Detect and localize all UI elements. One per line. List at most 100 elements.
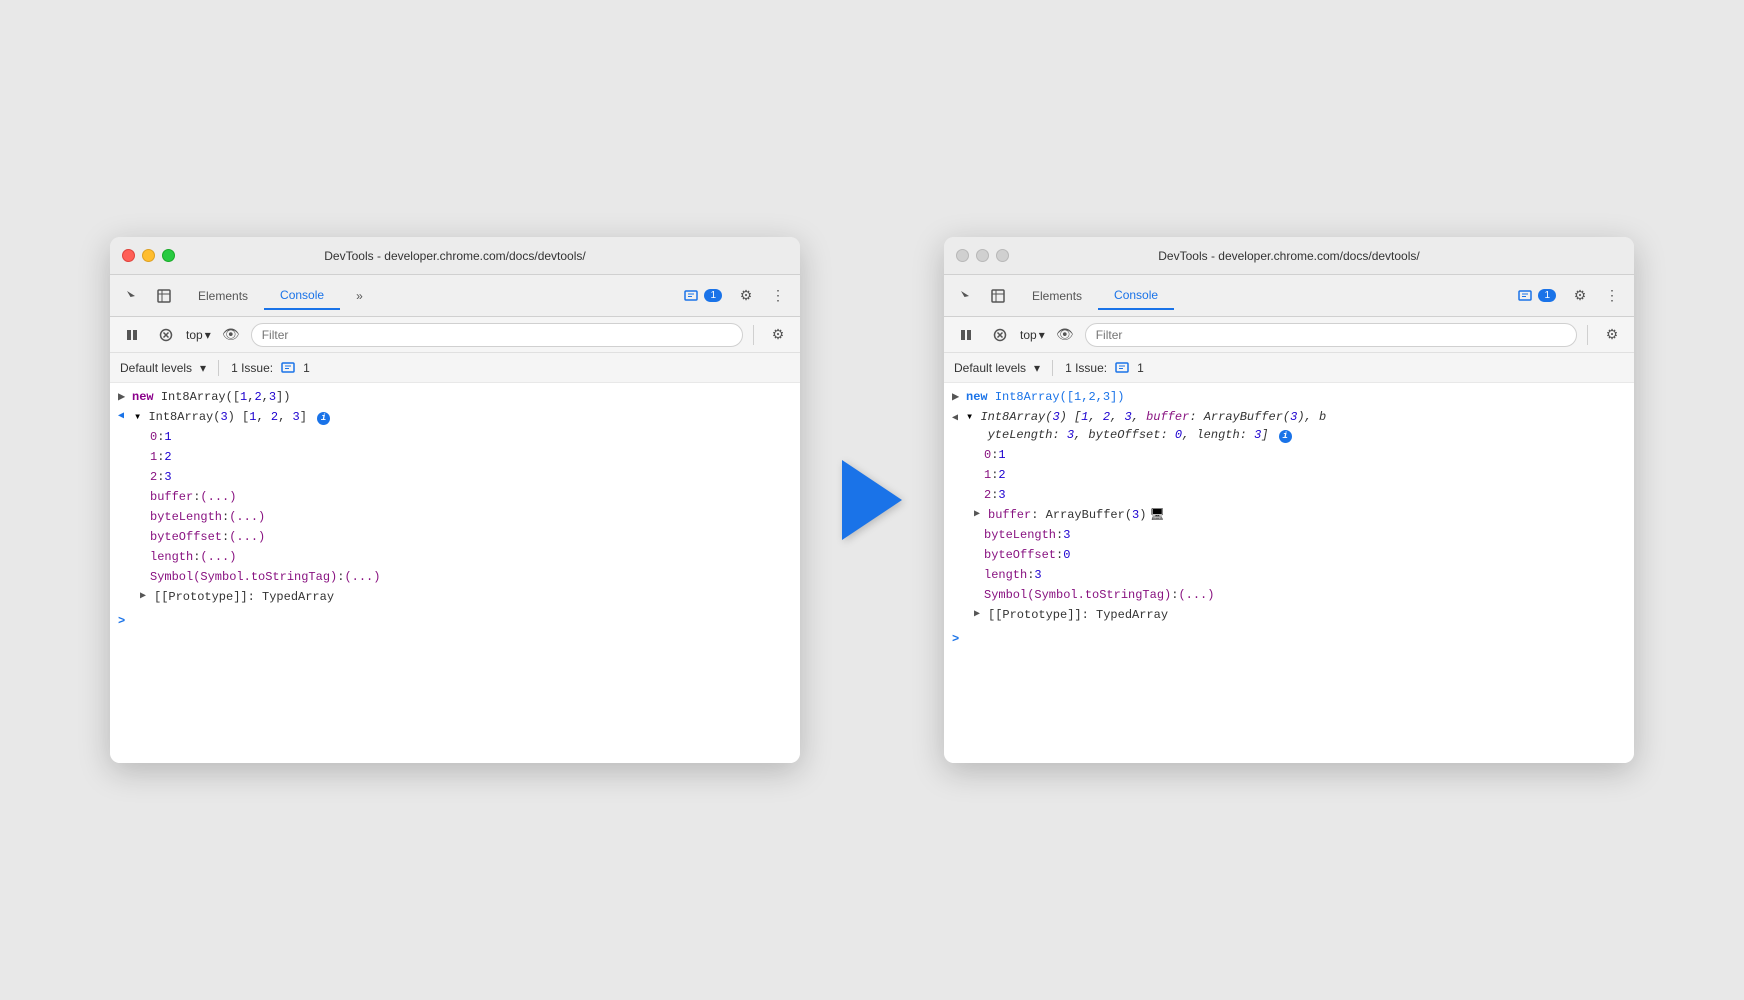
cursor-icon-right[interactable] — [952, 282, 980, 310]
message-icon-right[interactable]: 1 — [1512, 282, 1562, 310]
collapse-icon[interactable]: ◀ — [118, 408, 132, 426]
chevron-down-icon-right: ▾ — [1039, 328, 1045, 342]
minimize-button[interactable] — [142, 249, 155, 262]
more-icon-right[interactable]: ⋮ — [1598, 282, 1626, 310]
direction-arrow — [832, 460, 912, 540]
console-line: 0: 1 — [944, 445, 1634, 465]
console-prompt-right[interactable]: > — [944, 629, 1634, 649]
divider-right — [1587, 325, 1588, 345]
console-line: byteOffset: (...) — [110, 527, 800, 547]
close-button[interactable] — [122, 249, 135, 262]
prompt-right[interactable]: > — [952, 630, 959, 648]
console-line: 1: 2 — [944, 465, 1634, 485]
top-select-left[interactable]: top ▾ — [186, 328, 211, 342]
console-line: 2: 3 — [110, 467, 800, 487]
right-window-title: DevTools - developer.chrome.com/docs/dev… — [1158, 249, 1419, 263]
console-line: ◀ ▾ Int8Array(3) [1, 2, 3, buffer: Array… — [944, 407, 1634, 445]
console-line: Symbol(Symbol.toStringTag): (...) — [110, 567, 800, 587]
right-tab-bar: Elements Console — [1016, 282, 1508, 310]
filter-input-right[interactable] — [1085, 323, 1577, 347]
inspect-icon-right[interactable] — [984, 282, 1012, 310]
tab-elements-left[interactable]: Elements — [182, 283, 264, 309]
issues-count-left: 1 — [303, 361, 310, 375]
expand-icon[interactable]: ▶ — [952, 388, 966, 406]
code-text: new Int8Array([1,2,3]) — [132, 388, 290, 406]
clear-icon-left[interactable] — [152, 321, 180, 349]
right-traffic-lights — [956, 249, 1009, 262]
big-arrow-icon — [842, 460, 902, 540]
console-line: 2: 3 — [944, 485, 1634, 505]
right-console-toolbar: top ▾ 👁 ⚙ — [944, 317, 1634, 353]
console-line: length: (...) — [110, 547, 800, 567]
left-traffic-lights — [122, 249, 175, 262]
left-console-content: ▶ new Int8Array([1,2,3]) ◀ ▾ Int8Array(3… — [110, 383, 800, 763]
filter-input-left[interactable] — [251, 323, 743, 347]
console-line: byteOffset: 0 — [944, 545, 1634, 565]
top-select-right[interactable]: top ▾ — [1020, 328, 1045, 342]
badge-left: 1 — [704, 289, 722, 302]
console-line: byteLength: (...) — [110, 507, 800, 527]
info-icon[interactable]: i — [1279, 430, 1292, 443]
console-line: ▶ [[Prototype]]: TypedArray — [110, 587, 800, 607]
close-button-right[interactable] — [956, 249, 969, 262]
chevron-levels-left: ▾ — [200, 361, 206, 375]
default-levels-right: Default levels — [954, 361, 1026, 375]
console-line: buffer: (...) — [110, 487, 800, 507]
top-label-left: top — [186, 328, 203, 342]
console-prompt-left[interactable]: > — [110, 611, 800, 631]
chevron-down-icon-left: ▾ — [205, 328, 211, 342]
console-line: Symbol(Symbol.toStringTag): (...) — [944, 585, 1634, 605]
scene: DevTools - developer.chrome.com/docs/dev… — [110, 237, 1634, 763]
code-text: new Int8Array([1,2,3]) — [966, 388, 1124, 406]
console-line: 1: 2 — [110, 447, 800, 467]
expand-icon[interactable]: ▶ — [974, 506, 988, 524]
clear-icon-right[interactable] — [986, 321, 1014, 349]
console-line: byteLength: 3 — [944, 525, 1634, 545]
left-issues-bar: Default levels ▾ 1 Issue: 1 — [110, 353, 800, 383]
settings2-icon-right[interactable]: ⚙ — [1598, 321, 1626, 349]
console-line: ▶ [[Prototype]]: TypedArray — [944, 605, 1634, 625]
console-line: ▶ new Int8Array([1,2,3]) — [110, 387, 800, 407]
cursor-icon[interactable] — [118, 282, 146, 310]
inspect-icon[interactable] — [150, 282, 178, 310]
eye-icon-left[interactable]: 👁 — [217, 321, 245, 349]
run-icon-right[interactable] — [952, 321, 980, 349]
eye-icon-right[interactable]: 👁 — [1051, 321, 1079, 349]
tab-console-left[interactable]: Console — [264, 282, 340, 310]
tab-console-right[interactable]: Console — [1098, 282, 1174, 310]
message-icon-left[interactable]: 1 — [678, 282, 728, 310]
minimize-button-right[interactable] — [976, 249, 989, 262]
left-window-title: DevTools - developer.chrome.com/docs/dev… — [324, 249, 585, 263]
console-line: ◀ ▾ Int8Array(3) [1, 2, 3] i — [110, 407, 800, 427]
left-titlebar: DevTools - developer.chrome.com/docs/dev… — [110, 237, 800, 275]
badge-right: 1 — [1538, 289, 1556, 302]
maximize-button-right[interactable] — [996, 249, 1009, 262]
left-tab-bar: Elements Console » — [182, 282, 674, 310]
right-titlebar: DevTools - developer.chrome.com/docs/dev… — [944, 237, 1634, 275]
tab-more-left[interactable]: » — [340, 283, 379, 309]
right-issues-bar: Default levels ▾ 1 Issue: 1 — [944, 353, 1634, 383]
console-line: 0: 1 — [110, 427, 800, 447]
expand-icon[interactable]: ▶ — [974, 606, 988, 624]
console-line: ▶ new Int8Array([1,2,3]) — [944, 387, 1634, 407]
right-window: DevTools - developer.chrome.com/docs/dev… — [944, 237, 1634, 763]
more-icon-left[interactable]: ⋮ — [764, 282, 792, 310]
right-toolbar: Elements Console 1 ⚙ ⋮ — [944, 275, 1634, 317]
run-icon-left[interactable] — [118, 321, 146, 349]
left-console-toolbar: top ▾ 👁 ⚙ — [110, 317, 800, 353]
left-toolbar: Elements Console » 1 ⚙ ⋮ — [110, 275, 800, 317]
tab-elements-right[interactable]: Elements — [1016, 283, 1098, 309]
settings-icon-right[interactable]: ⚙ — [1566, 282, 1594, 310]
code-text: ▾ Int8Array(3) [1, 2, 3] i — [134, 408, 330, 426]
chevron-levels-right: ▾ — [1034, 361, 1040, 375]
settings2-icon-left[interactable]: ⚙ — [764, 321, 792, 349]
info-icon[interactable]: i — [317, 412, 330, 425]
maximize-button[interactable] — [162, 249, 175, 262]
console-line: length: 3 — [944, 565, 1634, 585]
collapse-icon[interactable]: ◀ — [952, 410, 966, 428]
settings-icon-left[interactable]: ⚙ — [732, 282, 760, 310]
expand-icon[interactable]: ▶ — [118, 388, 132, 406]
console-line: ▶ buffer: ArrayBuffer(3) 🖥 — [944, 505, 1634, 525]
expand-icon[interactable]: ▶ — [140, 588, 154, 606]
code-text: ▾ Int8Array(3) [1, 2, 3, buffer: ArrayBu… — [966, 408, 1626, 444]
